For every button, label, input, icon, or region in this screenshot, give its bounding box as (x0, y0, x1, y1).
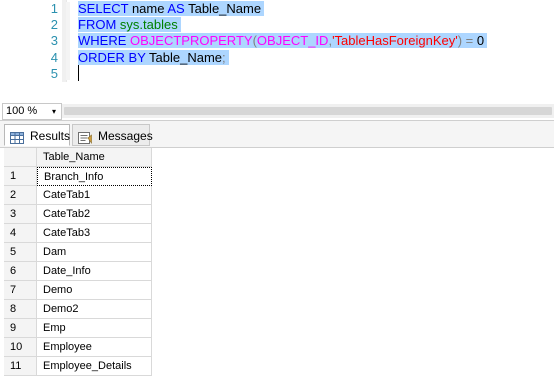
grid-cell[interactable]: Emp (37, 319, 152, 338)
row-number[interactable]: 3 (4, 205, 37, 224)
order-column: Table_Name (145, 50, 223, 65)
keyword-where: WHERE (78, 33, 127, 48)
system-object: sys.tables (119, 17, 178, 32)
string-literal: 'TableHasForeignKey' (332, 33, 458, 48)
code-line-3[interactable]: WHERE OBJECTPROPERTY(OBJECT_ID,'TableHas… (78, 32, 488, 50)
grid-cell[interactable]: CateTab3 (37, 224, 152, 243)
table-row[interactable]: 9 Emp (4, 319, 152, 338)
tab-results-label: Results (30, 129, 71, 143)
row-number[interactable]: 2 (4, 186, 37, 205)
change-tracking-bar (66, 2, 70, 80)
table-row[interactable]: 7 Demo (4, 281, 152, 300)
grid-cell[interactable]: Date_Info (37, 262, 152, 281)
keyword-from: FROM (78, 17, 117, 32)
grid-icon (10, 129, 24, 144)
table-row[interactable]: 4 CateTab3 (4, 224, 152, 243)
table-row[interactable]: 10 Employee (4, 338, 152, 357)
grid-cell[interactable]: Employee (37, 338, 152, 357)
line-number: 5 (50, 66, 58, 81)
column-name: name (128, 1, 168, 16)
row-number[interactable]: 5 (4, 243, 37, 262)
grid-cell[interactable]: Employee_Details (37, 357, 152, 376)
table-row[interactable]: 8 Demo2 (4, 300, 152, 319)
column-alias: Table_Name (184, 1, 262, 16)
grid-cell[interactable]: CateTab1 (37, 186, 152, 205)
grid-cell[interactable]: CateTab2 (37, 205, 152, 224)
grid-corner-cell[interactable] (4, 148, 37, 167)
line-number-gutter: 1 2 3 4 5 (0, 0, 60, 102)
scrollbar-thumb[interactable] (64, 107, 552, 115)
code-line-4[interactable]: ORDER BY Table_Name; (78, 49, 229, 67)
table-row[interactable]: 1 Branch_Info (4, 167, 152, 186)
grid-cell[interactable]: Dam (37, 243, 152, 262)
zoom-dropdown[interactable]: 100 % ▾ (2, 103, 62, 120)
tab-results[interactable]: Results (4, 124, 70, 146)
row-number[interactable]: 1 (4, 167, 37, 186)
text-caret (78, 65, 79, 81)
zoom-value: 100 % (6, 105, 38, 117)
results-grid: Table_Name 1 Branch_Info 2 CateTab1 3 Ca… (0, 148, 554, 377)
function-object-id: OBJECT_ID (256, 33, 329, 48)
row-number[interactable]: 6 (4, 262, 37, 281)
function-objectproperty: OBJECTPROPERTY (130, 33, 253, 48)
zoom-bar: 100 % ▾ (0, 102, 554, 121)
keyword-as: AS (167, 1, 185, 16)
chevron-down-icon: ▾ (51, 107, 56, 116)
ssms-query-window: 1 2 3 4 5 SELECT name AS Table_Name FROM… (0, 0, 554, 377)
number-literal: 0 (476, 33, 485, 48)
row-number[interactable]: 11 (4, 357, 37, 376)
line-number: 3 (50, 33, 58, 48)
row-number[interactable]: 8 (4, 300, 37, 319)
table-row[interactable]: 3 CateTab2 (4, 205, 152, 224)
messages-icon (78, 129, 92, 144)
keyword-select: SELECT (78, 1, 129, 16)
table-row[interactable]: 5 Dam (4, 243, 152, 262)
row-number[interactable]: 7 (4, 281, 37, 300)
table-row[interactable]: 6 Date_Info (4, 262, 152, 281)
row-number[interactable]: 10 (4, 338, 37, 357)
grid-cell[interactable]: Demo (37, 281, 152, 300)
results-tab-strip: Results Messages (0, 121, 554, 148)
equals-operator: = (462, 33, 477, 48)
column-header[interactable]: Table_Name (37, 148, 152, 167)
table-row[interactable]: 11 Employee_Details (4, 357, 152, 376)
grid-cell[interactable]: Branch_Info (37, 167, 152, 186)
table-row[interactable]: 2 CateTab1 (4, 186, 152, 205)
tab-messages-label: Messages (98, 129, 153, 143)
row-number[interactable]: 4 (4, 224, 37, 243)
query-editor[interactable]: 1 2 3 4 5 SELECT name AS Table_Name FROM… (0, 0, 554, 102)
keyword-order-by: ORDER BY (78, 50, 146, 65)
row-number[interactable]: 9 (4, 319, 37, 338)
grid-cell[interactable]: Demo2 (37, 300, 152, 319)
semicolon: ; (222, 50, 226, 65)
horizontal-scrollbar[interactable] (62, 104, 554, 118)
tab-messages[interactable]: Messages (72, 124, 153, 146)
